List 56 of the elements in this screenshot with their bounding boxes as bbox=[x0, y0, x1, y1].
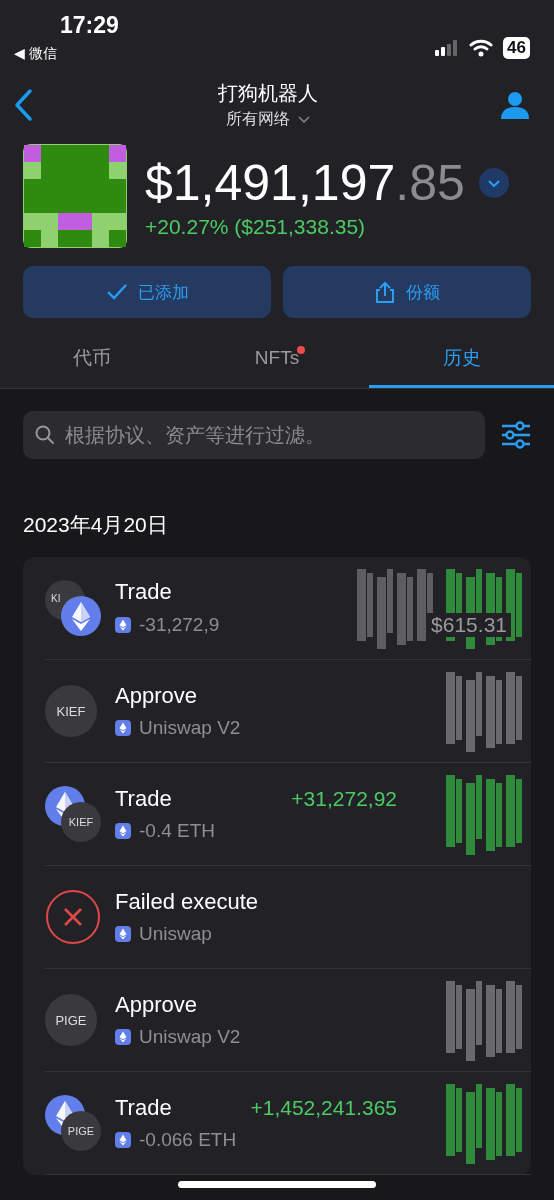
history-row[interactable]: KI Trade -31,272,9 $615.31 bbox=[45, 557, 531, 660]
transaction-type: Trade bbox=[115, 786, 172, 812]
search-field[interactable]: 根据协议、资产等进行过滤。 bbox=[23, 411, 485, 459]
tab[interactable]: 代币 bbox=[0, 330, 185, 388]
amount-value: $615.31 bbox=[427, 613, 511, 637]
ether-network-icon bbox=[115, 926, 131, 942]
token-badge: PIGE bbox=[61, 1111, 101, 1151]
transaction-type: Approve bbox=[115, 683, 197, 709]
date-heading: 2023年4月20日 bbox=[23, 512, 169, 538]
transaction-detail: Uniswap V2 bbox=[139, 1026, 241, 1048]
chevron-down-icon bbox=[298, 115, 310, 124]
token-badge: KIEF bbox=[45, 685, 97, 737]
transaction-detail: Uniswap bbox=[139, 923, 212, 945]
tab[interactable]: NFTs bbox=[184, 330, 370, 388]
history-row[interactable]: PIGE Approve Uniswap V2 bbox=[45, 969, 531, 1072]
filter-icon[interactable] bbox=[501, 421, 531, 449]
action-button[interactable]: 已添加 bbox=[23, 266, 271, 318]
wifi-icon bbox=[469, 39, 494, 57]
balance-amount: $1,491,197.85 bbox=[145, 153, 465, 213]
expand-icon[interactable] bbox=[478, 167, 509, 198]
ether-network-icon bbox=[115, 617, 131, 633]
wallet-title: 打狗机器人 bbox=[218, 81, 318, 106]
failed-icon bbox=[45, 889, 101, 945]
token-badge: KIEF bbox=[61, 802, 101, 842]
transaction-detail: Uniswap V2 bbox=[139, 717, 241, 739]
clock-time: 17:29 bbox=[60, 12, 119, 39]
transaction-type: Failed execute bbox=[115, 889, 259, 915]
transaction-type: Trade bbox=[115, 1095, 172, 1121]
ether-network-icon bbox=[115, 1132, 131, 1148]
ether-network-icon bbox=[115, 1029, 131, 1045]
amount-change: +31,272,92 bbox=[291, 787, 397, 811]
network-selector[interactable]: 所有网络 bbox=[226, 109, 310, 130]
transaction-detail: -0.4 ETH bbox=[139, 820, 216, 842]
balance-change: +20.27% ($251,338.35) bbox=[145, 214, 367, 239]
amount-change: +1,452,241.365 bbox=[250, 1096, 397, 1120]
history-row[interactable]: Failed execute Uniswap bbox=[45, 866, 531, 969]
search-icon bbox=[35, 425, 55, 445]
transaction-detail: -0.066 ETH bbox=[139, 1129, 237, 1151]
share-icon bbox=[374, 281, 396, 303]
action-button[interactable]: 份额 bbox=[283, 266, 531, 318]
ether-coin-icon bbox=[61, 596, 101, 636]
ether-network-icon bbox=[115, 823, 131, 839]
transaction-type: Trade bbox=[115, 579, 172, 605]
tab[interactable]: 历史 bbox=[369, 330, 554, 388]
signal-icon bbox=[435, 40, 460, 56]
transaction-detail: -31,272,9 bbox=[139, 614, 220, 636]
history-row[interactable]: KIEF Approve Uniswap V2 bbox=[45, 660, 531, 763]
history-row[interactable]: KIEF Trade +31,272,92 -0.4 ETH bbox=[45, 763, 531, 866]
pixel-avatar-icon bbox=[23, 143, 127, 248]
back-to-app-link[interactable]: ◀ 微信 bbox=[14, 45, 57, 63]
profile-icon[interactable] bbox=[500, 91, 530, 119]
ether-network-icon bbox=[115, 720, 131, 736]
history-row[interactable]: PIGE Trade +1,452,241.365 -0.066 ETH bbox=[45, 1072, 531, 1175]
transaction-type: Approve bbox=[115, 992, 197, 1018]
battery-level: 46 bbox=[503, 37, 530, 59]
token-badge: PIGE bbox=[45, 994, 97, 1046]
